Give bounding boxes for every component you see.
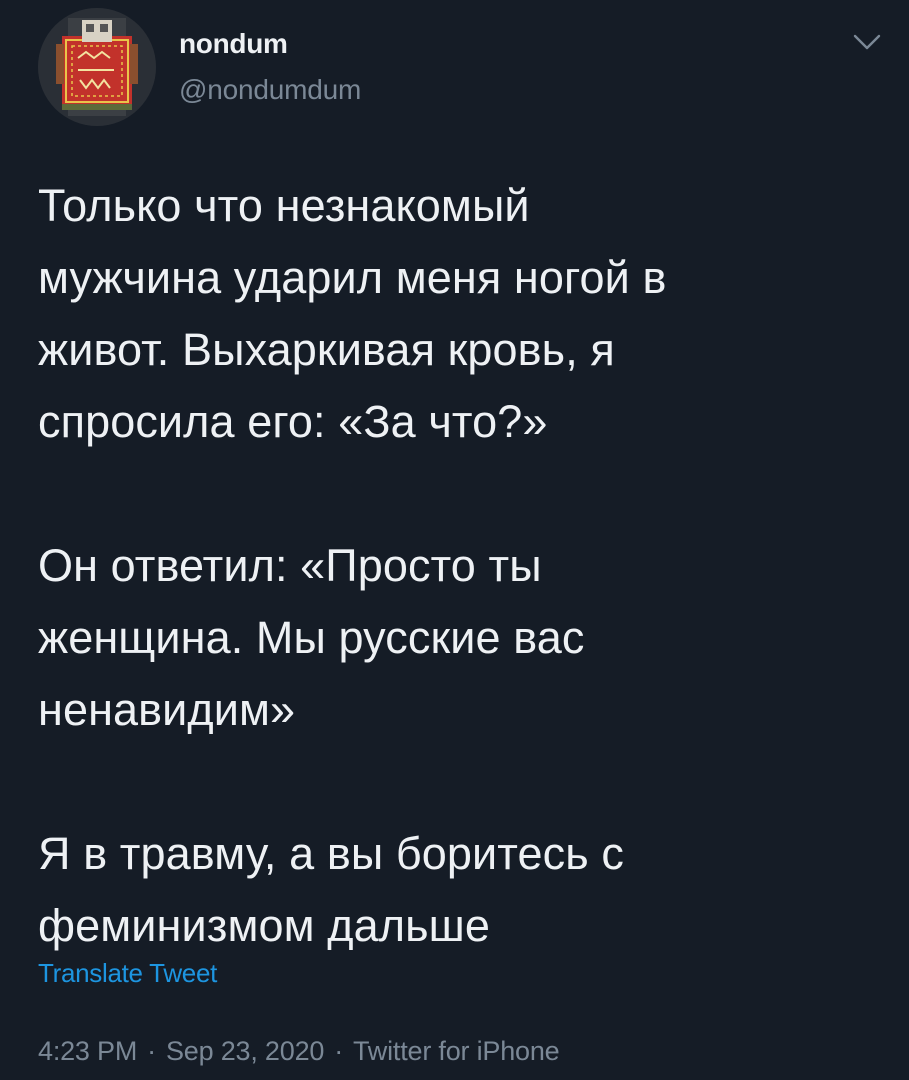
tweet-paragraph: Только что незнакомый мужчина ударил мен… — [38, 180, 667, 447]
tweet-time[interactable]: 4:23 PM — [38, 1036, 137, 1066]
user-handle[interactable]: @nondumdum — [179, 74, 361, 106]
display-name[interactable]: nondum — [179, 28, 288, 60]
tweet-source-link[interactable]: Twitter for iPhone — [353, 1036, 560, 1066]
meta-separator: · — [334, 1036, 343, 1066]
tweet-paragraph: Он ответил: «Просто ты женщина. Мы русск… — [38, 540, 585, 735]
translate-tweet-link[interactable]: Translate Tweet — [38, 958, 217, 989]
chevron-down-icon[interactable] — [851, 28, 883, 54]
meta-separator: · — [147, 1036, 156, 1066]
tweet-date[interactable]: Sep 23, 2020 — [166, 1036, 324, 1066]
patterned-rug-avatar-icon — [38, 8, 156, 126]
tweet-paragraph: Я в травму, а вы боритесь с феминизмом д… — [38, 828, 624, 951]
tweet-metadata: 4:23 PM · Sep 23, 2020 · Twitter for iPhone — [38, 1036, 560, 1067]
tweet-text: Только что незнакомый мужчина ударил мен… — [38, 170, 888, 962]
tweet-card: nondum @nondumdum Только что незнакомый … — [0, 0, 909, 1080]
avatar[interactable] — [38, 8, 156, 126]
